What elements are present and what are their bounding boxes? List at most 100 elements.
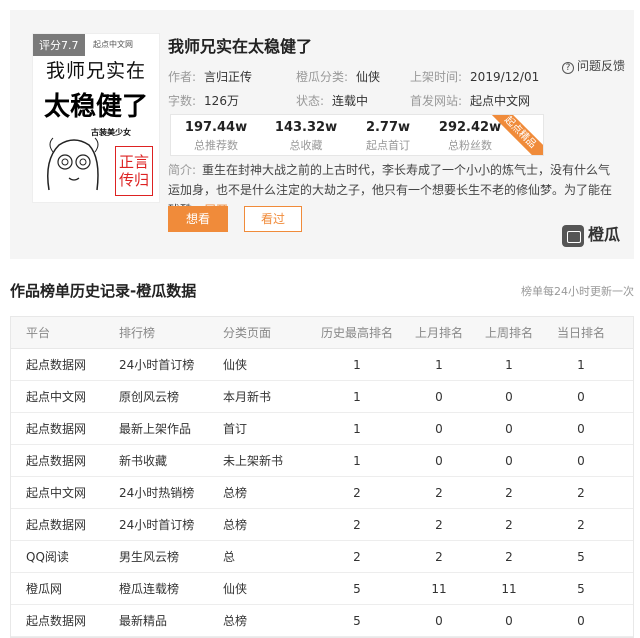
cell-platform: 起点数据网 [26, 422, 87, 436]
book-cover[interactable]: 评分7.7 起点中文网 我师兄实在 太稳健了 古装美少女 正言 传归 [32, 33, 160, 203]
cell-last-month-rank: 2 [435, 486, 443, 500]
cell-list: 男生风云榜 [119, 550, 180, 564]
words-label: 字数: [168, 94, 197, 108]
cell-best-rank: 1 [353, 422, 361, 436]
cell-last-week-rank: 2 [505, 550, 513, 564]
seal-line2: 传归 [118, 171, 149, 189]
author-label: 作者: [168, 70, 197, 84]
brand-logo[interactable]: 橙瓜 [562, 221, 620, 247]
cover-title-line1: 我师兄实在 [45, 60, 146, 82]
cell-platform: 起点数据网 [26, 518, 87, 532]
listed-label: 上架时间: [410, 70, 463, 84]
cell-best-rank: 5 [353, 582, 361, 596]
cell-last-week-rank: 1 [505, 358, 513, 372]
cell-list: 24小时首订榜 [119, 358, 195, 372]
category-field: 橙瓜分类: 仙侠 [296, 68, 380, 85]
cell-last-month-rank: 2 [435, 518, 443, 532]
header-last-month-rank: 上月排名 [414, 326, 463, 340]
category-label: 橙瓜分类: [296, 70, 349, 84]
cell-today-rank: 0 [577, 422, 585, 436]
cell-best-rank: 1 [353, 390, 361, 404]
cell-category-page: 本月新书 [223, 390, 272, 404]
cell-last-week-rank: 11 [501, 582, 517, 596]
cell-last-month-rank: 0 [435, 390, 443, 404]
cell-category-page: 仙侠 [223, 582, 248, 596]
want-to-read-button[interactable]: 想看 [168, 206, 228, 232]
table-row[interactable]: 起点数据网 24小时首订榜 总榜 2 2 2 2 [11, 509, 633, 541]
cell-category-page: 总榜 [223, 486, 248, 500]
category-value: 仙侠 [356, 70, 381, 84]
status-value: 连载中 [332, 94, 369, 108]
cell-last-week-rank: 0 [505, 390, 513, 404]
header-category-page: 分类页面 [223, 326, 272, 340]
book-title[interactable]: 我师兄实在太稳健了 [168, 33, 312, 57]
seal-line1: 正言 [118, 153, 149, 171]
cover-site-text: 起点中文网 [93, 40, 133, 49]
intro-label: 简介: [168, 163, 197, 177]
chenggua-logo-icon [562, 224, 584, 247]
intro-text: 重生在封神大战之前的上古时代，李长寿成了一个小小的炼气士，没有什么气运加身，也不… [168, 163, 613, 217]
stat-recommend: 197.44w 总推荐数 [171, 120, 261, 153]
brand-name: 橙瓜 [588, 225, 621, 244]
author-field: 作者: 言归正传 [168, 68, 252, 85]
header-today-rank: 当日排名 [556, 326, 605, 340]
header-list: 排行榜 [119, 326, 156, 340]
stat-label: 总粉丝数 [448, 139, 492, 152]
feedback-label: 问题反馈 [577, 59, 626, 73]
cell-list: 新书收藏 [119, 454, 168, 468]
cell-best-rank: 1 [353, 454, 361, 468]
table-row[interactable]: QQ阅读 男生风云榜 总 2 2 2 5 [11, 541, 633, 573]
cell-platform: 起点数据网 [26, 454, 87, 468]
cell-today-rank: 1 [577, 358, 585, 372]
stats-panel: 197.44w 总推荐数 143.32w 总收藏 2.77w 起点首订 292.… [170, 114, 544, 156]
table-row[interactable]: 起点数据网 24小时首订榜 仙侠 1 1 1 1 [11, 349, 633, 381]
stat-collect: 143.32w 总收藏 [261, 120, 351, 153]
first-site-label: 首发网站: [410, 94, 463, 108]
table-row[interactable]: 起点中文网 24小时热销榜 总榜 2 2 2 2 [11, 477, 633, 509]
author-value[interactable]: 言归正传 [204, 70, 252, 84]
cell-today-rank: 0 [577, 614, 585, 628]
book-intro: 简介: 重生在封神大战之前的上古时代，李长寿成了一个小小的炼气士，没有什么气运加身… [168, 160, 618, 220]
stat-label: 总收藏 [289, 139, 323, 152]
status-field: 状态: 连载中 [296, 92, 368, 109]
cell-category-page: 首订 [223, 422, 248, 436]
cover-seal: 正言 传归 [115, 146, 153, 196]
ranking-history-table: 平台 排行榜 分类页面 历史最高排名 上月排名 上周排名 当日排名 起点数据网 2… [10, 316, 634, 638]
cell-today-rank: 2 [577, 486, 585, 500]
cell-list: 24小时热销榜 [119, 486, 195, 500]
cell-list: 24小时首订榜 [119, 518, 195, 532]
stat-label: 起点首订 [366, 139, 410, 152]
words-value: 126万 [204, 94, 239, 108]
feedback-link[interactable]: ? 问题反馈 [562, 57, 625, 74]
status-label: 状态: [296, 94, 325, 108]
cell-last-month-rank: 11 [431, 582, 447, 596]
cell-category-page: 总榜 [223, 518, 248, 532]
cell-last-week-rank: 0 [505, 422, 513, 436]
table-row[interactable]: 起点中文网 原创风云榜 本月新书 1 0 0 0 [11, 381, 633, 413]
cell-category-page: 总榜 [223, 614, 248, 628]
cell-category-page: 总 [223, 550, 236, 564]
cell-last-week-rank: 0 [505, 614, 513, 628]
stat-value: 2.77w [365, 120, 411, 135]
cell-today-rank: 5 [577, 550, 585, 564]
stat-value: 197.44w [184, 120, 248, 135]
cell-list: 橙瓜连载榜 [119, 582, 180, 596]
table-row[interactable]: 橙瓜网 橙瓜连载榜 仙侠 5 11 11 5 [11, 573, 633, 605]
header-platform: 平台 [26, 326, 51, 340]
cell-platform: 橙瓜网 [26, 582, 63, 596]
cell-last-month-rank: 0 [435, 454, 443, 468]
table-row[interactable]: 起点数据网 最新精品 总榜 5 0 0 0 [11, 605, 633, 637]
question-icon: ? [562, 62, 574, 74]
cell-platform: 起点数据网 [26, 614, 87, 628]
cell-platform: QQ阅读 [26, 550, 69, 564]
cell-today-rank: 2 [577, 518, 585, 532]
stat-label: 总推荐数 [194, 139, 238, 152]
table-row[interactable]: 起点数据网 最新上架作品 首订 1 0 0 0 [11, 413, 633, 445]
have-read-button[interactable]: 看过 [244, 206, 302, 232]
listed-field: 上架时间: 2019/12/01 [410, 68, 539, 85]
score-badge: 评分7.7 [33, 34, 85, 56]
first-site-value: 起点中文网 [470, 94, 531, 108]
cell-today-rank: 5 [577, 582, 585, 596]
stat-first-subscribe: 2.77w 起点首订 [343, 120, 433, 153]
table-row[interactable]: 起点数据网 新书收藏 未上架新书 1 0 0 0 [11, 445, 633, 477]
